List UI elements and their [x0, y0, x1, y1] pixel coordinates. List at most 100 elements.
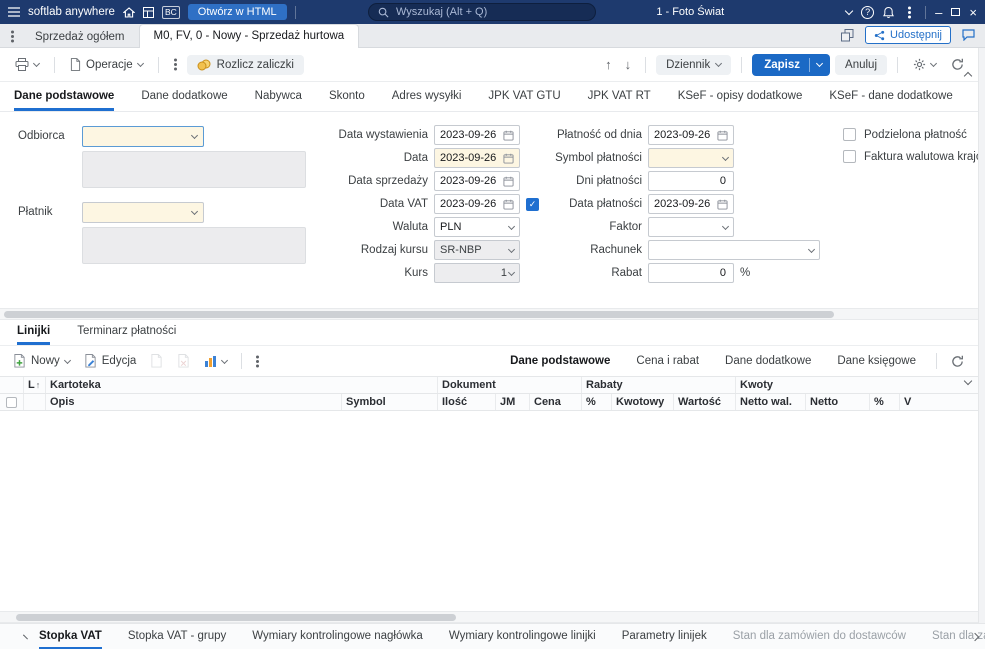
home-icon[interactable] — [122, 6, 135, 18]
waluta-select[interactable]: PLN — [434, 217, 520, 237]
layers-icon[interactable] — [841, 28, 854, 42]
topbar-kebab-icon[interactable] — [908, 10, 912, 14]
maximize-button[interactable] — [951, 8, 961, 16]
move-down-icon[interactable]: ↓ — [621, 57, 636, 72]
horizontal-scrollbar-thumb[interactable] — [16, 614, 456, 621]
column-header-vat-procent[interactable]: % — [870, 394, 900, 410]
form-tab-adres-wysylki[interactable]: Adres wysyłki — [392, 82, 462, 111]
odbiorca-combobox[interactable] — [82, 126, 204, 147]
grid-kebab-icon[interactable] — [256, 359, 260, 363]
help-icon[interactable]: ? — [861, 5, 875, 19]
scroll-tabs-left-icon[interactable] — [23, 634, 28, 639]
data-field[interactable]: 2023-09-26 — [434, 148, 520, 168]
form-tab-skonto[interactable]: Skonto — [329, 82, 365, 111]
minimize-button[interactable]: – — [935, 6, 942, 19]
column-header-vat[interactable]: V — [900, 394, 985, 410]
grid-refresh-button[interactable] — [946, 352, 969, 371]
operations-button[interactable]: Operacje — [65, 55, 148, 74]
company-chevron-down-icon[interactable] — [844, 6, 854, 16]
toolbar-kebab-icon[interactable] — [173, 63, 177, 66]
column-header-rabat-procent[interactable]: % — [582, 394, 612, 410]
line-items-table-body[interactable] — [0, 411, 985, 611]
apps-grid-icon[interactable] — [142, 6, 154, 18]
share-button[interactable]: Udostępnij — [865, 26, 951, 44]
podzielona-platnosc-checkbox[interactable] — [843, 128, 856, 141]
bottom-tab-stopka-vat-grupy[interactable]: Stopka VAT - grupy — [128, 624, 226, 649]
platnik-combobox[interactable] — [82, 202, 204, 223]
symbol-platnosci-select[interactable] — [648, 148, 734, 168]
refresh-button[interactable] — [946, 55, 969, 74]
rodzaj-kursu-select[interactable]: SR-NBP — [434, 240, 520, 260]
column-header-cena[interactable]: Cena — [530, 394, 582, 410]
faktura-walutowa-checkbox[interactable] — [843, 150, 856, 163]
bottom-tab-stan-zamowien-dostawcy[interactable]: Stan dla zamówien do dostawców — [733, 624, 906, 649]
form-tab-jpk-vat-rt[interactable]: JPK VAT RT — [588, 82, 651, 111]
horizontal-scrollbar-thumb[interactable] — [4, 311, 834, 318]
data-platnosci-field[interactable]: 2023-09-26 — [648, 194, 734, 214]
form-tab-dane-podstawowe[interactable]: Dane podstawowe — [14, 82, 115, 111]
column-header-jm[interactable]: JM — [496, 394, 530, 410]
new-line-button[interactable]: Nowy — [8, 351, 75, 371]
data-vat-field[interactable]: 2023-09-26 — [434, 194, 520, 214]
dni-platnosci-field[interactable]: 0 — [648, 171, 734, 191]
column-header-netto-wal[interactable]: Netto wal. — [736, 394, 806, 410]
dziennik-dropdown[interactable]: Dziennik — [656, 54, 732, 75]
column-header-netto[interactable]: Netto — [806, 394, 870, 410]
edit-line-button[interactable]: Edycja — [79, 351, 142, 371]
rabat-field[interactable]: 0 — [648, 263, 734, 283]
section-tab-linijki[interactable]: Linijki — [17, 320, 51, 345]
column-group-kwoty[interactable]: Kwoty — [736, 377, 985, 393]
global-search[interactable]: Wyszukaj (Alt + Q) — [368, 3, 596, 21]
cancel-button[interactable]: Anuluj — [835, 54, 887, 75]
column-header-kwotowy[interactable]: Kwotowy — [612, 394, 674, 410]
bottom-tab-wymiary-linijki[interactable]: Wymiary kontrolingowe linijki — [449, 624, 596, 649]
kurs-field[interactable]: 1 — [434, 263, 520, 283]
form-tab-ksef-dane[interactable]: KSeF - dane dodatkowe — [829, 82, 952, 111]
column-header-symbol[interactable]: Symbol — [342, 394, 438, 410]
menu-icon[interactable] — [8, 7, 20, 17]
save-button[interactable]: Zapisz — [752, 53, 831, 76]
grid-tab-dane-podstawowe[interactable]: Dane podstawowe — [510, 355, 610, 367]
platnosc-od-dnia-field[interactable]: 2023-09-26 — [648, 125, 734, 145]
bc-badge[interactable]: BC — [161, 5, 180, 19]
move-up-icon[interactable]: ↑ — [601, 57, 616, 72]
tab-sprzedaz-ogolem[interactable]: Sprzedaż ogółem — [21, 26, 139, 47]
delete-line-button[interactable] — [172, 351, 195, 371]
form-horizontal-scrollbar[interactable] — [0, 308, 985, 320]
open-html-button[interactable]: Otwórz w HTML — [187, 4, 287, 20]
column-header-opis[interactable]: Opis — [46, 394, 342, 410]
chart-button[interactable] — [199, 352, 232, 370]
comment-icon[interactable] — [962, 29, 975, 41]
bottom-tab-parametry-linijek[interactable]: Parametry linijek — [622, 624, 707, 649]
column-group-rabaty[interactable]: Rabaty — [582, 377, 736, 393]
column-group-kartoteka[interactable]: Kartoteka — [46, 377, 438, 393]
form-tab-jpk-vat-gtu[interactable]: JPK VAT GTU — [488, 82, 560, 111]
tab-overflow-kebab-icon[interactable] — [11, 35, 14, 38]
rozlicz-zaliczki-button[interactable]: Rozlicz zaliczki — [186, 54, 304, 75]
settings-button[interactable] — [908, 55, 941, 74]
bottom-tab-wymiary-naglowka[interactable]: Wymiary kontrolingowe nagłówka — [252, 624, 423, 649]
form-tab-nabywca[interactable]: Nabywca — [255, 82, 302, 111]
column-group-dokument[interactable]: Dokument — [438, 377, 582, 393]
faktor-select[interactable] — [648, 217, 734, 237]
company-selector[interactable]: 1 - Foto Świat — [656, 6, 724, 18]
vertical-scrollbar[interactable] — [978, 48, 985, 623]
column-header-ilosc[interactable]: Ilość — [438, 394, 496, 410]
data-wystawienia-field[interactable]: 2023-09-26 — [434, 125, 520, 145]
print-button[interactable] — [10, 55, 44, 74]
grid-tab-dane-dodatkowe[interactable]: Dane dodatkowe — [725, 355, 811, 367]
select-all-checkbox[interactable] — [6, 396, 17, 408]
form-tab-ksef-opisy[interactable]: KSeF - opisy dodatkowe — [678, 82, 803, 111]
tab-sprzedaz-hurtowa-active[interactable]: M0, FV, 0 - Nowy - Sprzedaż hurtowa — [138, 24, 360, 48]
grid-tab-dane-ksiegowe[interactable]: Dane księgowe — [837, 355, 916, 367]
form-tab-dane-dodatkowe[interactable]: Dane dodatkowe — [141, 82, 227, 111]
data-sprzedazy-field[interactable]: 2023-09-26 — [434, 171, 520, 191]
column-header-l[interactable]: L ↑ — [24, 377, 46, 393]
grid-tab-cena-i-rabat[interactable]: Cena i rabat — [636, 355, 699, 367]
rachunek-select[interactable] — [648, 240, 820, 260]
grid-horizontal-scrollbar[interactable] — [0, 611, 985, 623]
copy-line-button[interactable] — [145, 351, 168, 371]
column-header-wartosc[interactable]: Wartość — [674, 394, 736, 410]
bottom-tab-stopka-vat[interactable]: Stopka VAT — [39, 624, 102, 649]
close-button[interactable]: × — [969, 6, 977, 19]
